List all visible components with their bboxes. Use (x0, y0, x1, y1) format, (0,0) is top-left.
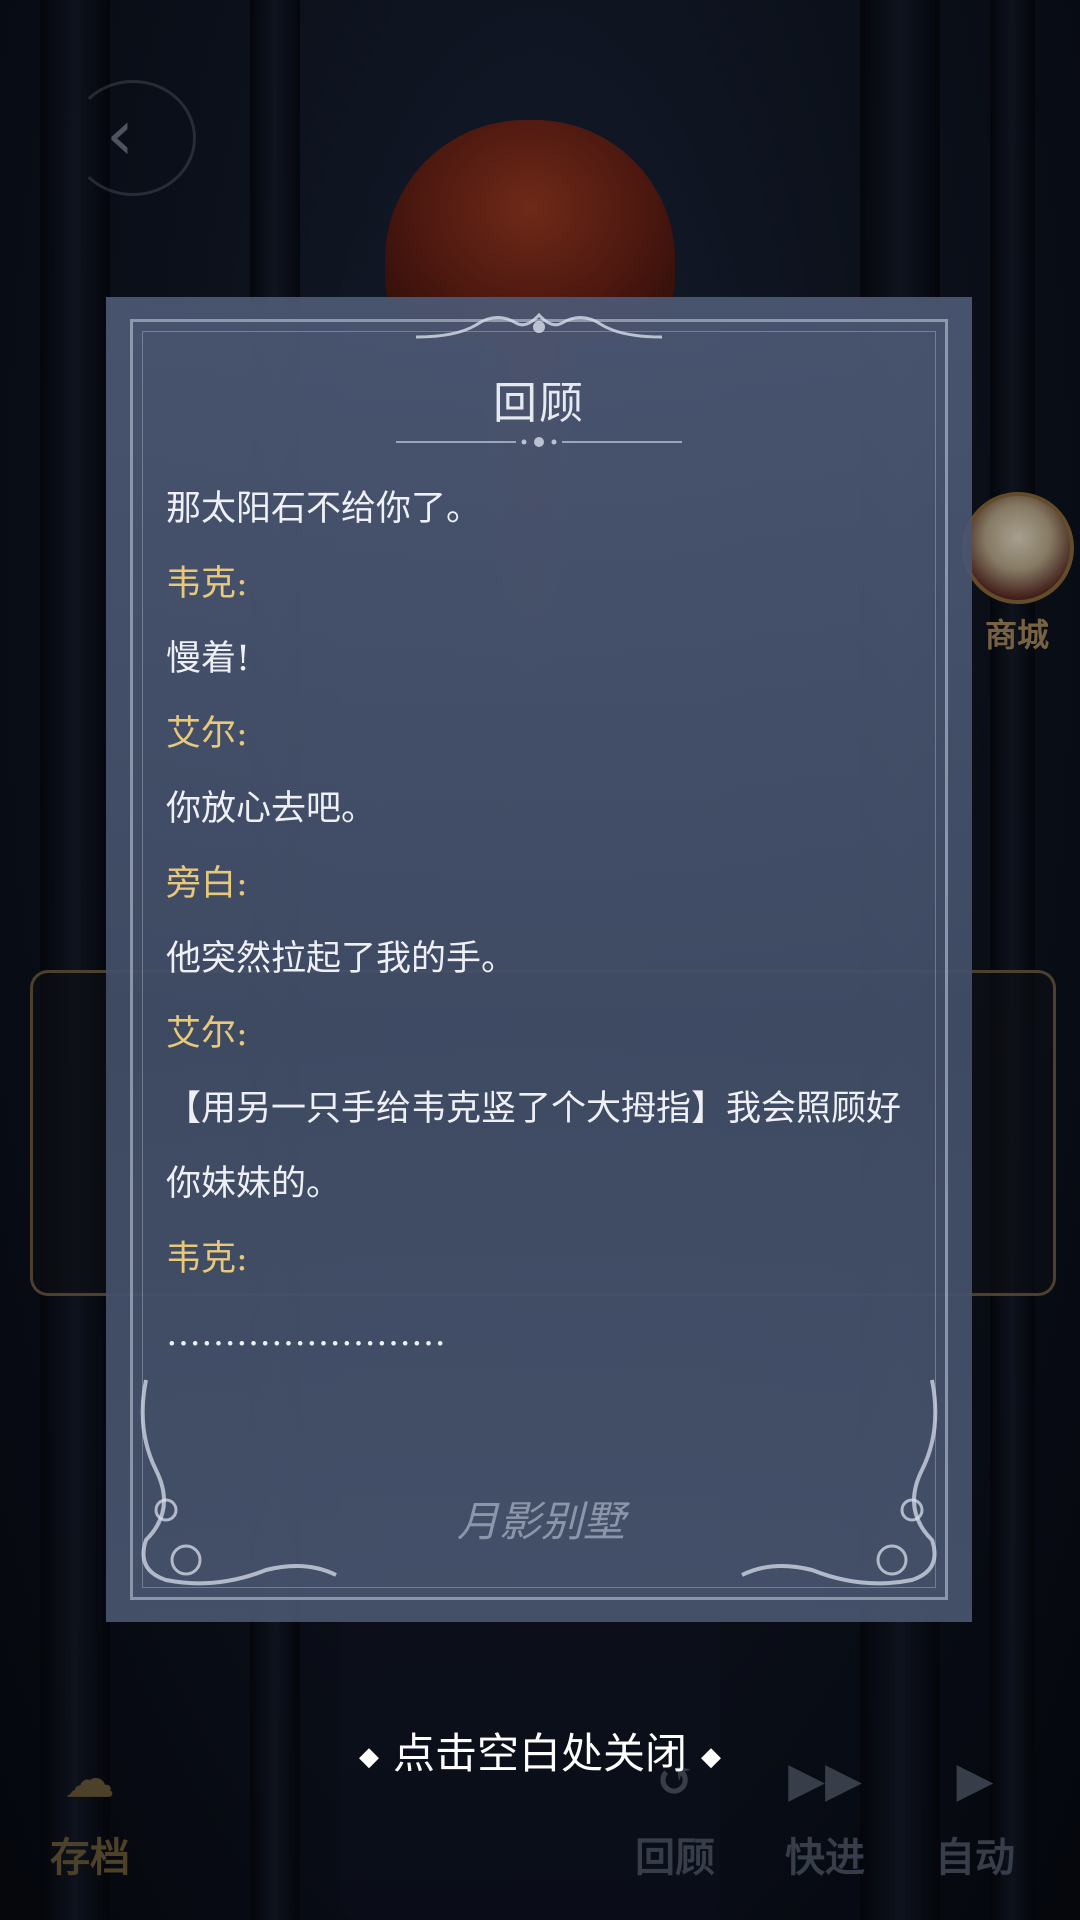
title-divider (396, 437, 682, 447)
diamond-icon: ◆ (701, 1742, 721, 1772)
log-line: 那太阳石不给你了。 (166, 489, 482, 529)
log-line: 慢着! (166, 639, 251, 679)
corner-ornament (741, 1379, 938, 1586)
log-speaker: 旁白: (166, 864, 248, 904)
game-scene[interactable]: ‹ 商城 ☁ 存档 ↺ 回顾 ▶▶ 快进 ▶ 自动 回顾 那太阳石不给你了。 韦… (0, 0, 1080, 1920)
log-line: 他突然拉起了我的手。 (166, 939, 517, 979)
review-log[interactable]: 那太阳石不给你了。 韦克: 慢着! 艾尔: 你放心去吧。 旁白: 他突然拉起了我的手。 艾尔:… (166, 472, 926, 1372)
game-logo: 月影别墅 (456, 1497, 625, 1546)
log-line: 你放心去吧。 (166, 789, 377, 829)
log-line: 【用另一只手给韦克竖了个大拇指】我会照顾好你妹妹的。 (166, 1089, 902, 1204)
log-line: …………………… (166, 1314, 446, 1354)
top-ornament (416, 312, 662, 339)
log-speaker: 韦克: (166, 1239, 248, 1279)
log-speaker: 韦克: (166, 564, 248, 604)
diamond-icon: ◆ (358, 1742, 379, 1772)
log-speaker: 艾尔: (166, 714, 248, 754)
close-hint-text: 点击空白处关闭 (392, 1729, 687, 1778)
close-hint: ◆ 点击空白处关闭 ◆ (0, 1720, 1080, 1781)
log-speaker: 艾尔: (166, 1014, 248, 1054)
review-panel[interactable]: 回顾 那太阳石不给你了。 韦克: 慢着! 艾尔: 你放心去吧。 旁白: 他突然拉起了我的手。… (106, 297, 972, 1622)
panel-title: 回顾 (493, 378, 585, 429)
corner-ornament (140, 1379, 337, 1586)
